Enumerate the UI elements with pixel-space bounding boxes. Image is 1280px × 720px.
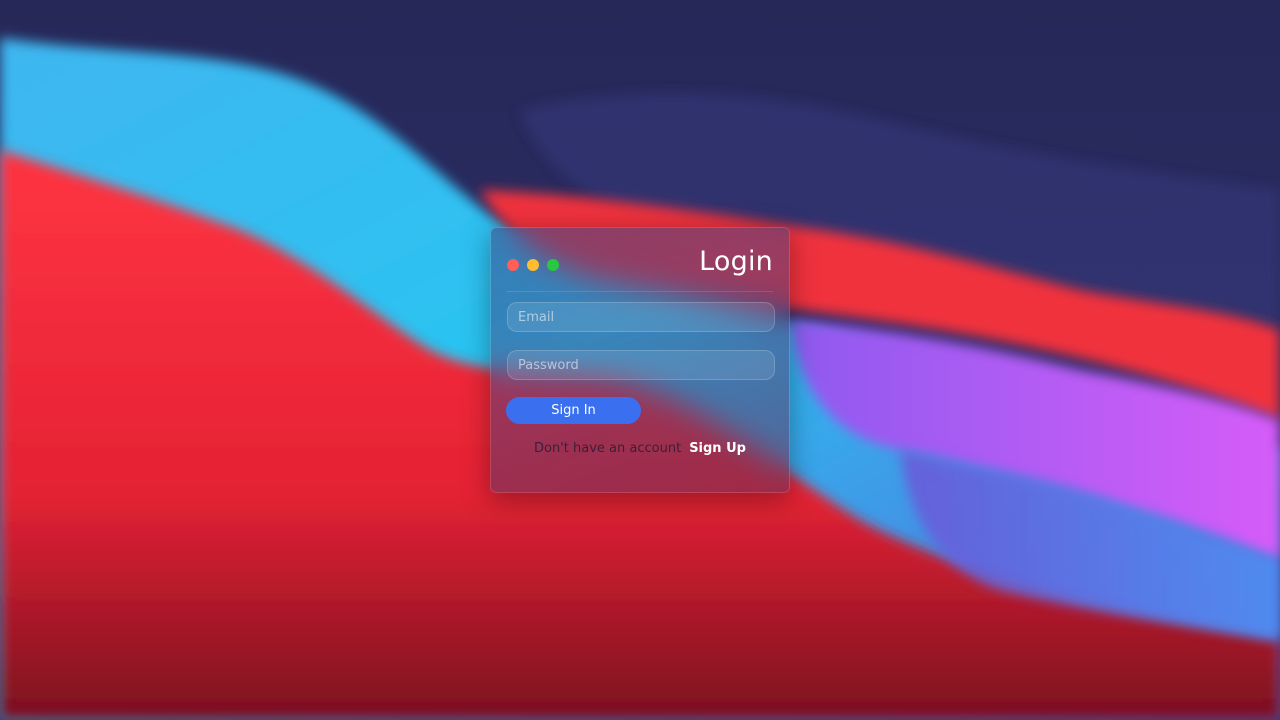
- login-title: Login: [699, 246, 773, 277]
- window-titlebar: Login: [507, 244, 773, 292]
- email-field[interactable]: [507, 302, 775, 332]
- login-window: Login Sign In Don't have an account Sign …: [490, 227, 790, 493]
- password-field[interactable]: [507, 350, 775, 380]
- sign-up-link[interactable]: Sign Up: [689, 441, 746, 456]
- signup-row: Don't have an account Sign Up: [491, 441, 789, 456]
- window-controls: [507, 259, 559, 271]
- close-window-button[interactable]: [507, 259, 519, 271]
- signup-prompt-text: Don't have an account: [534, 441, 682, 456]
- minimize-window-button[interactable]: [527, 259, 539, 271]
- sign-in-button[interactable]: Sign In: [506, 397, 641, 424]
- zoom-window-button[interactable]: [547, 259, 559, 271]
